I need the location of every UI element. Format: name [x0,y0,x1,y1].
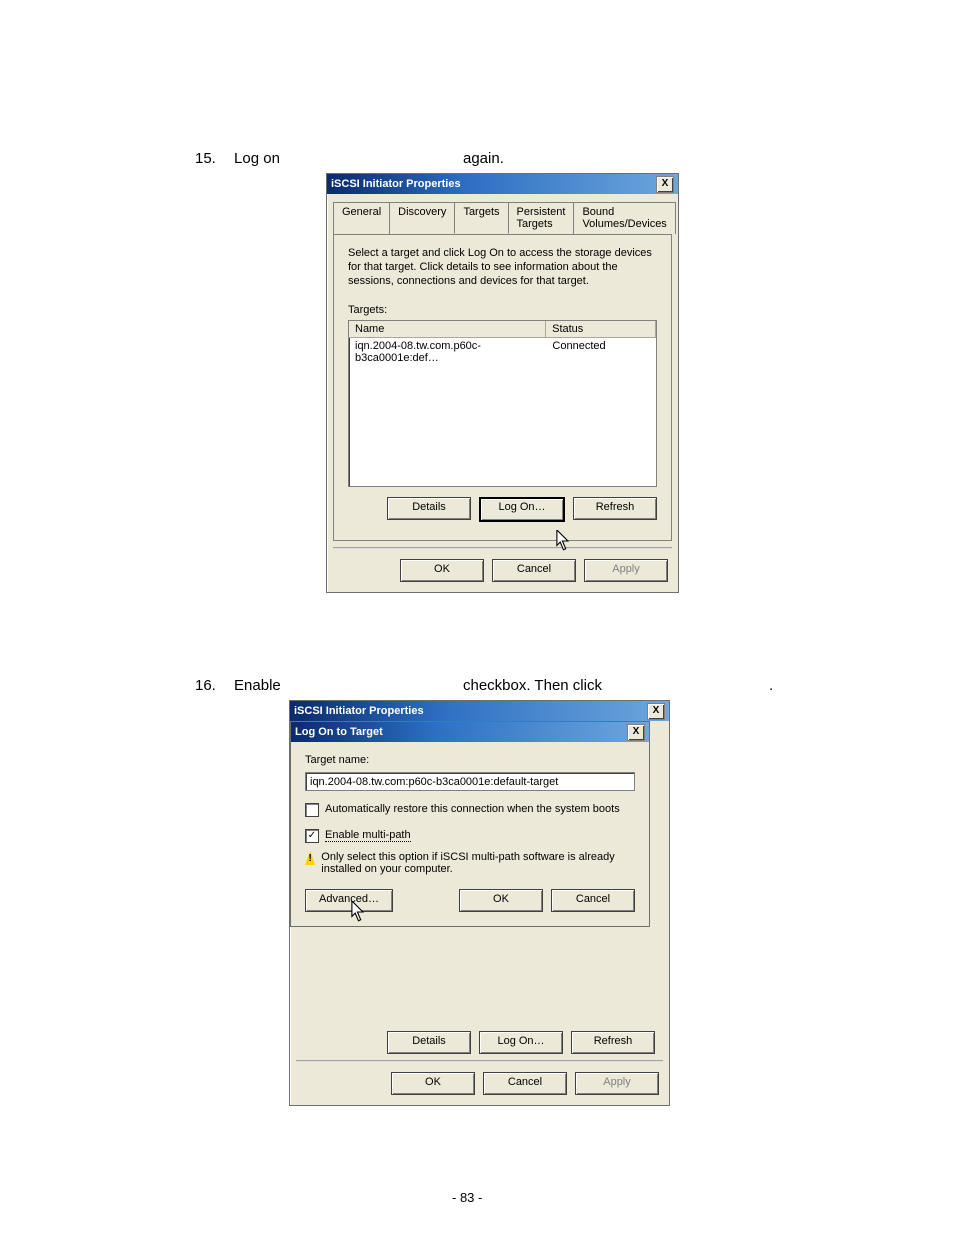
ok-button[interactable]: OK [400,559,484,582]
refresh-button[interactable]: Refresh [571,1031,655,1054]
auto-restore-row[interactable]: Automatically restore this connection wh… [305,803,635,817]
text: Enable [234,677,281,694]
modal-title: Log On to Target [295,726,627,738]
iscsi-dialog-1: iSCSI Initiator Properties X General Dis… [326,173,679,593]
window-title: iSCSI Initiator Properties [331,178,656,190]
apply-button[interactable]: Apply [575,1072,659,1095]
ok-button[interactable]: OK [459,889,543,912]
text: again. [463,150,504,167]
titlebar: iSCSI Initiator Properties X [290,701,669,721]
target-name-label: Target name: [305,754,635,766]
instruction-text: Select a target and click Log On to acce… [348,247,657,288]
cancel-button[interactable]: Cancel [551,889,635,912]
apply-button[interactable]: Apply [584,559,668,582]
close-icon[interactable]: X [656,176,674,193]
cell-status: Connected [546,338,656,366]
modal-titlebar: Log On to Target X [291,722,649,742]
enable-multipath-row[interactable]: ✓ Enable multi-path [305,829,635,843]
cell-name: iqn.2004-08.tw.com.p60c-b3ca0001e:def… [349,338,546,366]
table-row[interactable]: iqn.2004-08.tw.com.p60c-b3ca0001e:def… C… [349,338,656,366]
page-number: - 83 - [452,1190,482,1205]
warning-text: Only select this option if iSCSI multi-p… [321,851,635,875]
list-buttons: Details Log On… Refresh [348,497,657,522]
list-buttons: Details Log On… Refresh [304,1031,655,1054]
step-16b: checkbox. Then click [463,677,602,694]
window-title: iSCSI Initiator Properties [294,705,647,717]
text: checkbox. Then click [463,677,602,694]
step-16: 16. Enable [195,677,281,694]
list-header: Name Status [349,321,656,338]
details-button[interactable]: Details [387,497,471,520]
dialog-bottom: OK Cancel Apply [290,1062,669,1105]
logon-modal: Log On to Target X Target name: iqn.2004… [290,721,650,927]
close-icon[interactable]: X [627,724,645,741]
titlebar: iSCSI Initiator Properties X [327,174,678,194]
details-button[interactable]: Details [387,1031,471,1054]
step-num: 16. [195,677,216,694]
step-15b: again. [463,150,504,167]
logon-button[interactable]: Log On… [479,497,565,522]
tab-general[interactable]: General [333,202,390,234]
enable-multipath-label: Enable multi-path [325,829,411,842]
auto-restore-label: Automatically restore this connection wh… [325,803,620,815]
logon-button[interactable]: Log On… [479,1031,563,1054]
tab-persistent[interactable]: Persistent Targets [508,202,575,234]
refresh-button[interactable]: Refresh [573,497,657,520]
iscsi-dialog-2: iSCSI Initiator Properties X Log On to T… [289,700,670,1106]
step-15: 15. Log on [195,150,280,167]
text: . [769,677,773,694]
tab-discovery[interactable]: Discovery [389,202,455,234]
text: Log on [234,150,280,167]
ok-button-2[interactable]: OK [391,1072,475,1095]
warning-row: ! Only select this option if iSCSI multi… [305,851,635,875]
tab-row: General Discovery Targets Persistent Tar… [333,202,672,234]
col-name[interactable]: Name [349,321,546,337]
advanced-button[interactable]: Advanced… [305,889,393,912]
tab-panel: Select a target and click Log On to acce… [333,234,672,541]
step-num: 15. [195,150,216,167]
step-16c: . [769,677,773,694]
dialog-bottom: OK Cancel Apply [327,549,678,592]
col-status[interactable]: Status [546,321,656,337]
warning-icon: ! [305,851,315,865]
targets-label: Targets: [348,304,657,316]
tab-bound[interactable]: Bound Volumes/Devices [573,202,675,234]
tab-targets[interactable]: Targets [454,202,508,234]
checkbox-checked-icon[interactable]: ✓ [305,829,319,843]
targets-list[interactable]: Name Status iqn.2004-08.tw.com.p60c-b3ca… [348,320,657,487]
cancel-button[interactable]: Cancel [492,559,576,582]
checkbox-unchecked-icon[interactable] [305,803,319,817]
modal-body: Target name: iqn.2004-08.tw.com:p60c-b3c… [291,742,649,926]
cancel-button-2[interactable]: Cancel [483,1072,567,1095]
close-icon[interactable]: X [647,703,665,720]
target-name-field[interactable]: iqn.2004-08.tw.com:p60c-b3ca0001e:defaul… [305,772,635,791]
